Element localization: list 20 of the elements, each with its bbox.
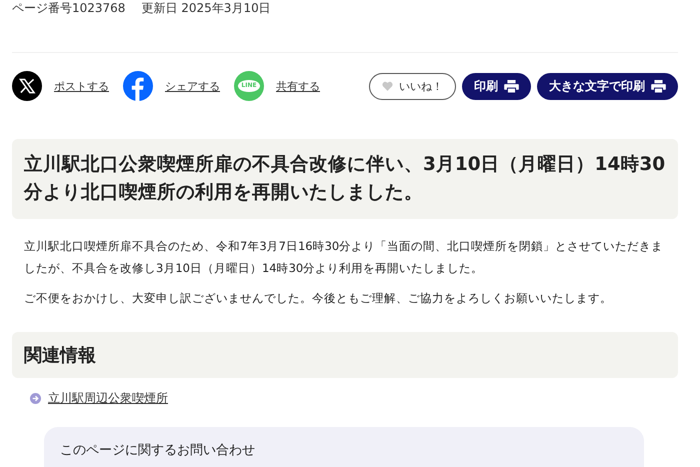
facebook-logo-icon[interactable]: [123, 71, 153, 101]
page-title: 立川駅北口公衆喫煙所扉の不具合改修に伴い、3月10日（月曜日）14時30分より北口喫煙所の利用を再開いたしました。: [12, 139, 678, 218]
body-paragraph: 立川駅北口喫煙所扉不具合のため、令和7年3月7日16時30分より「当面の間、北口喫煙所を閉鎖」とさせていただきましたが、不具合を改修し3月10日（月曜日）14時30分より利用を再開いたしました。: [24, 238, 664, 277]
print-button[interactable]: 印刷: [462, 72, 531, 100]
section-heading: 関連情報: [12, 332, 678, 378]
heart-icon: [382, 81, 393, 91]
related-link[interactable]: 立川駅周辺公衆喫煙所: [48, 390, 168, 407]
printer-icon: [651, 80, 666, 92]
share-link[interactable]: ポストする: [54, 78, 109, 94]
arrow-circle-icon: [30, 392, 41, 404]
share-link[interactable]: 共有する: [276, 78, 320, 94]
printer-icon: [504, 80, 519, 92]
contact-heading: このページに関するお問い合わせ: [60, 442, 255, 458]
updated-date: 更新日 2025年3月10日: [141, 0, 271, 17]
print-button[interactable]: 大きな文字で印刷: [537, 72, 678, 100]
share-link[interactable]: シェアする: [165, 78, 220, 94]
like-button[interactable]: いいね！: [369, 72, 456, 100]
x-logo-icon[interactable]: [12, 71, 42, 101]
page-number: ページ番号1023768: [12, 0, 126, 17]
body-paragraph: ご不便をおかけし、大変申し訳ございませんでした。今後ともご理解、ご協力をよろしくお願いいたします。: [24, 290, 613, 308]
